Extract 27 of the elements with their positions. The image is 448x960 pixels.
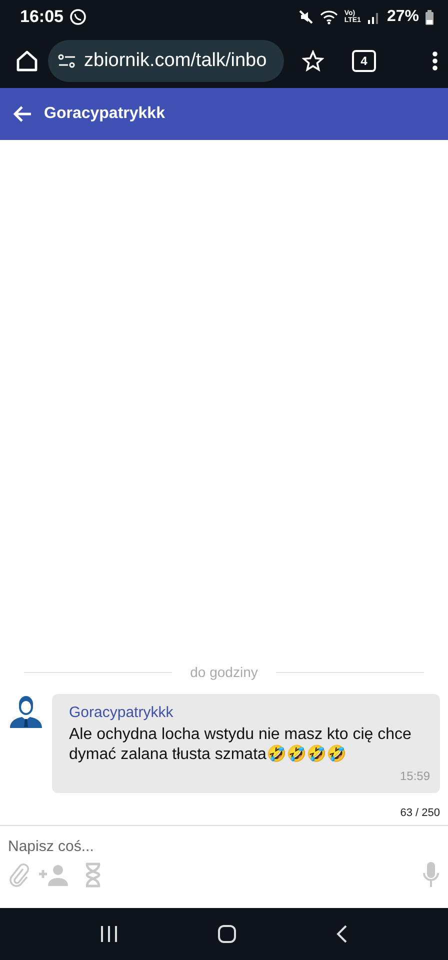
- url-text: zbiornik.com/talk/inbo: [84, 50, 267, 72]
- message-author[interactable]: Goracypatrykkk: [69, 704, 430, 721]
- battery-percent: 27%: [386, 8, 419, 26]
- home-nav-button[interactable]: [216, 924, 237, 944]
- date-divider: do godziny: [190, 664, 258, 680]
- mute-icon: [298, 9, 314, 25]
- back-button[interactable]: [12, 105, 32, 123]
- tab-count-button[interactable]: 4: [352, 50, 376, 72]
- site-settings-icon[interactable]: [58, 54, 76, 68]
- wifi-icon: [320, 9, 338, 25]
- home-button[interactable]: [14, 48, 40, 74]
- paperclip-icon[interactable]: [8, 863, 30, 887]
- chat-app-icon: [69, 8, 88, 26]
- message-text: Ale ochydna locha wstydu nie masz kto cię chce dymać zalana tłusta szmata🤣🤣🤣🤣: [69, 725, 412, 765]
- avatar-icon: [8, 694, 44, 730]
- message-time: 15:59: [400, 769, 430, 783]
- character-counter: 63 / 250: [400, 807, 441, 821]
- bookmark-star-button[interactable]: [302, 50, 324, 72]
- back-nav-button[interactable]: [336, 924, 348, 944]
- signal-icon: [366, 10, 381, 24]
- address-bar[interactable]: zbiornik.com/talk/inbo: [48, 40, 284, 82]
- message-input[interactable]: Napisz coś...: [8, 826, 440, 861]
- menu-button[interactable]: [432, 51, 438, 71]
- clock-time: 16:05: [20, 7, 64, 27]
- battery-icon: [425, 10, 434, 24]
- recent-apps-button[interactable]: [100, 925, 118, 943]
- chat-title: Goracypatrykkk: [44, 105, 165, 123]
